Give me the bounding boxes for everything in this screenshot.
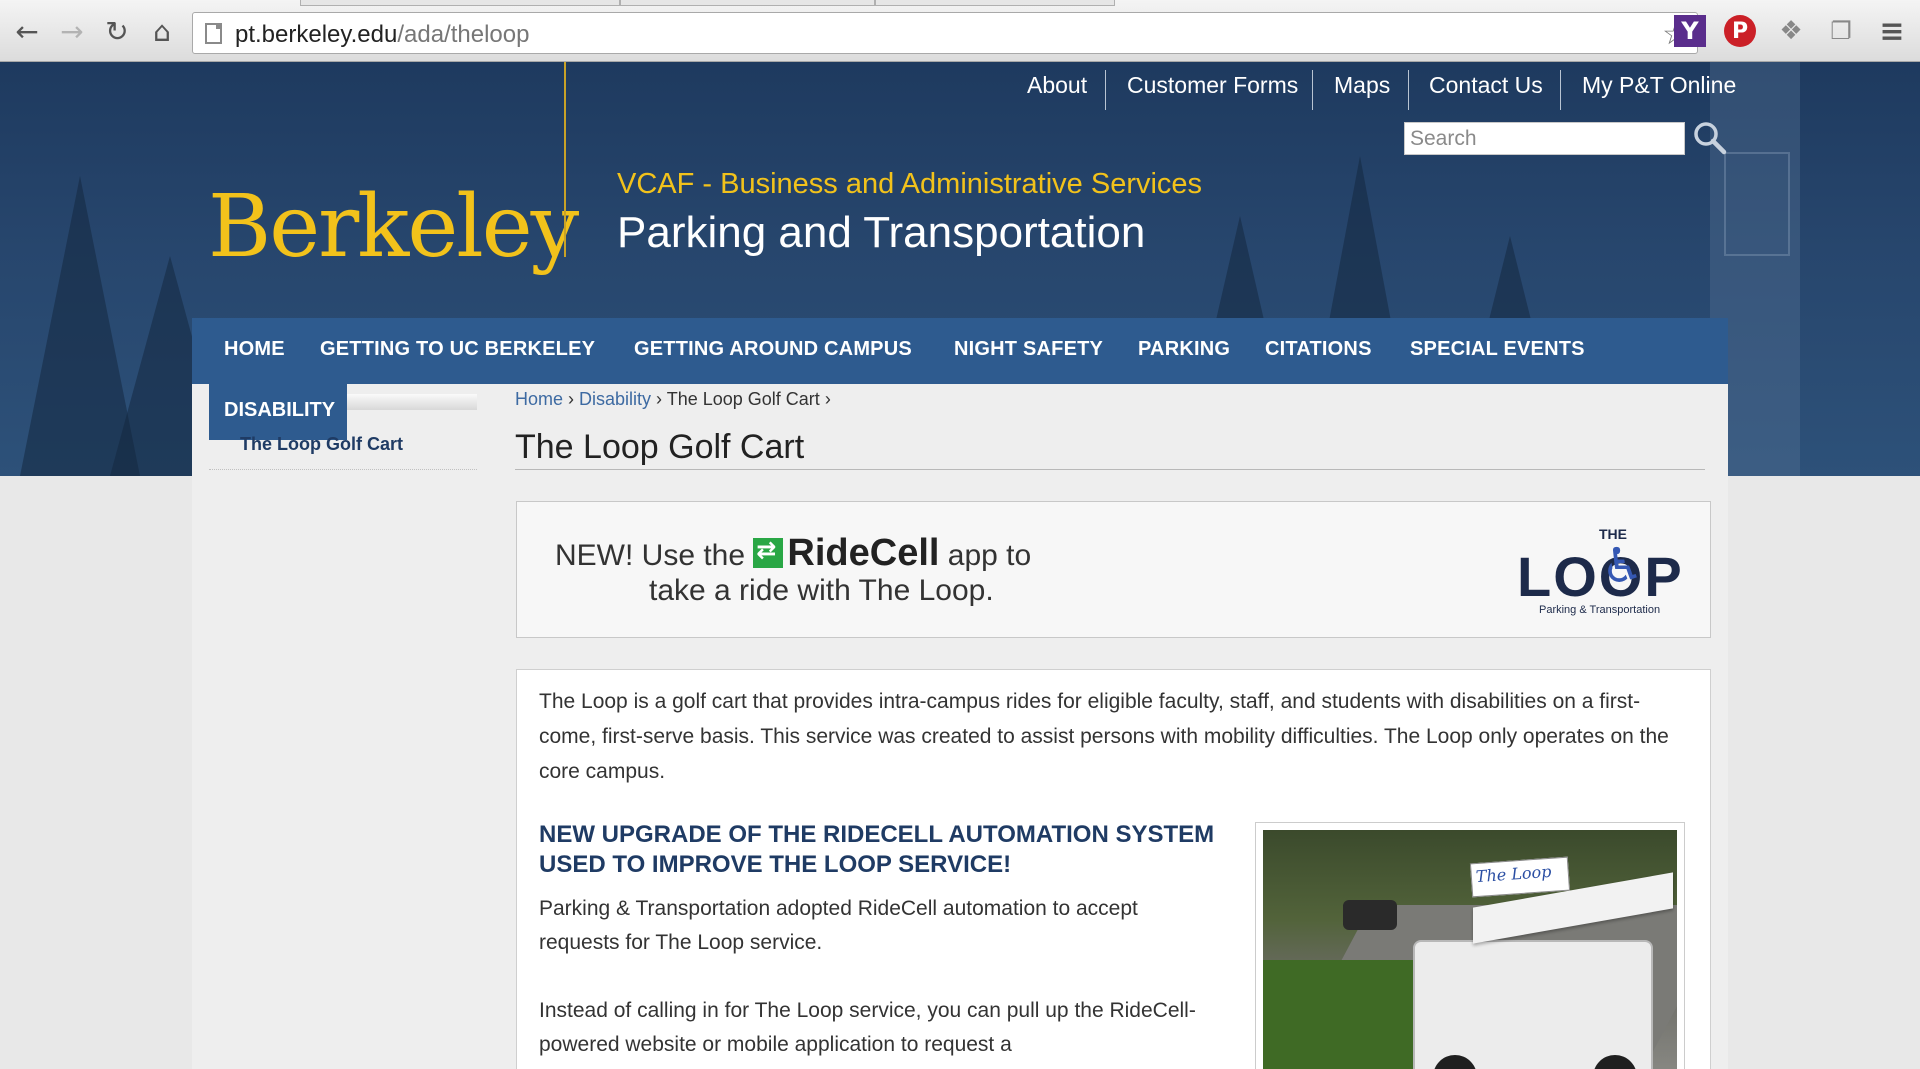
sidebar-item-the-loop-golf-cart[interactable]: The Loop Golf Cart xyxy=(240,434,403,455)
reload-icon[interactable]: ↻ xyxy=(100,14,134,48)
util-link-customer-forms[interactable]: Customer Forms xyxy=(1127,72,1298,99)
pages-icon[interactable]: ❐ xyxy=(1825,15,1857,47)
banner-suffix: app to xyxy=(947,539,1032,572)
paragraph: Parking & Transportation adopted RideCel… xyxy=(539,897,1138,954)
upgrade-heading: NEW UPGRADE OF THE RIDECELL AUTOMATION S… xyxy=(539,821,1215,878)
divider xyxy=(1105,70,1106,110)
dropbox-icon[interactable]: ❖ xyxy=(1775,15,1807,47)
page-title: The Loop Golf Cart xyxy=(515,428,805,466)
photo-sign: The Loop xyxy=(1469,856,1571,898)
url-text[interactable]: pt.berkeley.edu/ada/theloop xyxy=(235,21,529,49)
banner-prefix: NEW! Use the xyxy=(555,539,746,572)
banner-line2: take a ride with The Loop. xyxy=(649,574,994,607)
divider xyxy=(1560,70,1561,110)
util-link-maps[interactable]: Maps xyxy=(1334,72,1390,99)
photo-image: The Loop xyxy=(1263,830,1677,1069)
ridecell-banner[interactable]: NEW! Use the RideCell app to take a ride… xyxy=(516,501,1711,638)
sidebar-rule xyxy=(347,394,477,410)
the-loop-logo: THE LOOP ♿ Parking & Transportation xyxy=(1517,520,1682,620)
wheelchair-icon: ♿ xyxy=(1601,538,1645,594)
util-link-my-pt-online[interactable]: My P&T Online xyxy=(1582,72,1736,99)
page: Berkeley VCAF - Business and Administrat… xyxy=(0,62,1920,1069)
golf-cart-photo[interactable]: The Loop xyxy=(1255,822,1685,1069)
site-title[interactable]: Parking and Transportation xyxy=(617,208,1145,258)
breadcrumb: Home › Disability › The Loop Golf Cart › xyxy=(515,389,831,409)
yahoo-icon[interactable]: Y xyxy=(1674,15,1706,47)
main-nav: HOME GETTING TO UC BERKELEY GETTING AROU… xyxy=(192,318,1728,384)
page-icon xyxy=(205,23,222,44)
divider xyxy=(209,469,477,470)
photo-car xyxy=(1343,900,1397,930)
article-body: The Loop is a golf cart that provides in… xyxy=(516,669,1711,1069)
photo-grass xyxy=(1263,960,1413,1069)
home-icon[interactable]: ⌂ xyxy=(145,14,179,48)
nav-citations[interactable]: CITATIONS xyxy=(1265,338,1372,361)
url-path: /ada/theloop xyxy=(397,21,530,48)
tab-strip xyxy=(0,0,1920,6)
ridecell-brand: RideCell xyxy=(787,532,940,574)
divider xyxy=(1408,70,1409,110)
back-icon[interactable]: ← xyxy=(10,14,44,48)
nav-special-events[interactable]: SPECIAL EVENTS xyxy=(1410,338,1585,361)
title-rule xyxy=(515,469,1705,470)
breadcrumb-disability[interactable]: Disability xyxy=(579,389,651,409)
sidebar-section-disability[interactable]: DISABILITY xyxy=(209,384,347,440)
tab[interactable] xyxy=(875,0,1115,6)
nav-getting-to-uc-berkeley[interactable]: GETTING TO UC BERKELEY xyxy=(320,338,595,361)
util-link-about[interactable]: About xyxy=(1027,72,1087,99)
divider xyxy=(1312,70,1313,110)
berkeley-logo[interactable]: Berkeley xyxy=(208,177,579,277)
browser-toolbar: ← → ↻ ⌂ pt.berkeley.edu/ada/theloop ☆ Y … xyxy=(0,0,1920,62)
ridecell-icon xyxy=(753,536,784,568)
breadcrumb-current: The Loop Golf Cart xyxy=(666,389,820,409)
photo-cart xyxy=(1413,940,1653,1069)
nav-night-safety[interactable]: NIGHT SAFETY xyxy=(954,338,1103,361)
search-input[interactable] xyxy=(1404,122,1685,155)
search-icon[interactable] xyxy=(1692,120,1728,156)
nav-getting-around-campus[interactable]: GETTING AROUND CAMPUS xyxy=(634,338,912,361)
nav-home[interactable]: HOME xyxy=(224,338,285,361)
forward-icon[interactable]: → xyxy=(55,14,89,48)
url-domain: pt.berkeley.edu xyxy=(235,21,398,48)
util-link-contact-us[interactable]: Contact Us xyxy=(1429,72,1543,99)
utility-nav: About Customer Forms Maps Contact Us My … xyxy=(0,66,1920,111)
tab[interactable] xyxy=(620,0,875,6)
paragraph: Instead of calling in for The Loop servi… xyxy=(539,999,1196,1056)
tab[interactable] xyxy=(300,0,620,6)
banner-line1: NEW! Use the RideCell app to xyxy=(555,532,1031,575)
intro-paragraph: The Loop is a golf cart that provides in… xyxy=(539,690,1669,783)
content-area: DISABILITY The Loop Golf Cart Home › Dis… xyxy=(192,384,1728,1069)
menu-icon[interactable]: ≡ xyxy=(1876,14,1908,49)
address-bar[interactable]: pt.berkeley.edu/ada/theloop ☆ xyxy=(192,12,1698,54)
org-name: VCAF - Business and Administrative Servi… xyxy=(617,168,1203,200)
loop-logo-sub: Parking & Transportation xyxy=(1539,604,1661,616)
pinterest-icon[interactable]: P xyxy=(1724,15,1756,47)
breadcrumb-home[interactable]: Home xyxy=(515,389,563,409)
nav-parking[interactable]: PARKING xyxy=(1138,338,1230,361)
